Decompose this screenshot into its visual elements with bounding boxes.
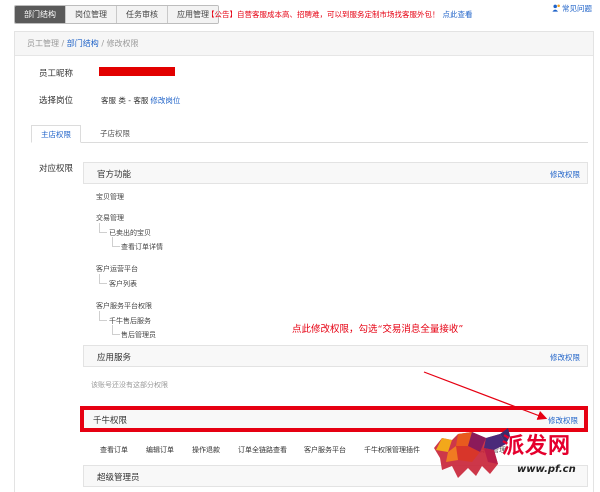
tab-task-review[interactable]: 任务审核 bbox=[117, 6, 168, 23]
subtab-main-store[interactable]: 主店权限 bbox=[31, 125, 81, 143]
breadcrumb: 员工管理 / 部门结构 / 修改权限 bbox=[15, 32, 593, 56]
qianniu-perm-view-order: 查看订单 bbox=[100, 446, 128, 454]
breadcrumb-separator: / bbox=[59, 39, 67, 48]
notice-text: 【公告】自营客服成本高、招聘难，可以到服务定制市场找客服外包！ bbox=[207, 10, 440, 19]
subtab-sub-store[interactable]: 子店权限 bbox=[91, 125, 139, 143]
tree-item-customer-list: 客户列表 bbox=[109, 280, 137, 288]
help-link[interactable]: 常见问题 bbox=[552, 3, 592, 14]
tree-connector bbox=[99, 223, 107, 233]
official-functions-title: 官方功能 bbox=[97, 170, 132, 180]
top-tabs: 部门结构 岗位管理 任务审核 应用管理 bbox=[14, 5, 219, 24]
qianniu-perm-edit-order: 编辑订单 bbox=[146, 446, 174, 454]
app-services-empty-note: 该账号还没有这部分权限 bbox=[91, 381, 168, 389]
breadcrumb-item-employee-management[interactable]: 员工管理 bbox=[27, 39, 59, 48]
watermark-url: www.pf.cn bbox=[517, 464, 576, 475]
permission-subtabs: 主店权限 子店权限 bbox=[31, 125, 588, 143]
qianniu-perm-plugin-management: 千牛权限管理插件 bbox=[364, 446, 420, 454]
qianniu-perm-order-trace: 订单全链路查看 bbox=[238, 446, 287, 454]
tree-item-customer-operation-platform: 客户运营平台 bbox=[96, 265, 138, 273]
notice-banner: 【公告】自营客服成本高、招聘难，可以到服务定制市场找客服外包！ 点此查看 bbox=[207, 9, 473, 20]
tree-connector bbox=[112, 325, 120, 335]
app-services-title: 应用服务 bbox=[97, 353, 132, 363]
breadcrumb-item-edit-permission: 修改权限 bbox=[106, 39, 139, 48]
app-services-edit-link[interactable]: 修改权限 bbox=[550, 352, 580, 363]
qianniu-permissions-edit-link[interactable]: 修改权限 bbox=[548, 415, 578, 426]
official-functions-section: 官方功能 修改权限 bbox=[83, 162, 588, 184]
instruction-annotation: 点此修改权限，勾选“交易消息全量接收” bbox=[292, 324, 464, 335]
tree-item-view-order-details: 查看订单详情 bbox=[121, 243, 163, 251]
tree-connector bbox=[99, 274, 107, 284]
tree-item-after-sales-admin: 售后管理员 bbox=[121, 331, 156, 339]
post-value-text: 客服 类 - 客服 bbox=[101, 96, 149, 105]
qianniu-perm-refund: 操作退款 bbox=[192, 446, 220, 454]
redacted-nickname bbox=[99, 67, 175, 76]
user-help-icon bbox=[552, 4, 560, 12]
qianniu-perm-customer-service: 客户服务平台 bbox=[304, 446, 346, 454]
help-label: 常见问题 bbox=[562, 4, 592, 13]
tree-item-customer-service-platform: 客户服务平台权限 bbox=[96, 302, 152, 310]
tree-item-product-management: 宝贝管理 bbox=[96, 193, 124, 201]
edit-post-link[interactable]: 修改岗位 bbox=[150, 96, 180, 105]
notice-link[interactable]: 点此查看 bbox=[443, 10, 473, 19]
top-nav: 部门结构 岗位管理 任务审核 应用管理 【公告】自营客服成本高、招聘难，可以到服… bbox=[0, 0, 600, 28]
app-services-section: 应用服务 修改权限 bbox=[83, 345, 588, 367]
tree-connector bbox=[99, 311, 107, 321]
qianniu-permissions-title: 千牛权限 bbox=[93, 416, 128, 426]
post-value: 客服 类 - 客服 修改岗位 bbox=[101, 95, 180, 106]
tab-department-structure[interactable]: 部门结构 bbox=[15, 6, 66, 23]
permissions-label: 对应权限 bbox=[39, 164, 74, 174]
breadcrumb-item-department-structure[interactable]: 部门结构 bbox=[67, 39, 99, 48]
tab-post-management[interactable]: 岗位管理 bbox=[66, 6, 117, 23]
watermark-text: 派发网 bbox=[502, 433, 572, 459]
official-functions-edit-link[interactable]: 修改权限 bbox=[550, 169, 580, 180]
super-admin-title: 超级管理员 bbox=[97, 473, 140, 483]
breadcrumb-separator: / bbox=[98, 39, 107, 48]
nickname-label: 员工昵称 bbox=[39, 69, 74, 79]
tree-connector bbox=[112, 237, 120, 247]
tree-item-trade-management: 交易管理 bbox=[96, 214, 124, 222]
post-label: 选择岗位 bbox=[39, 96, 74, 106]
